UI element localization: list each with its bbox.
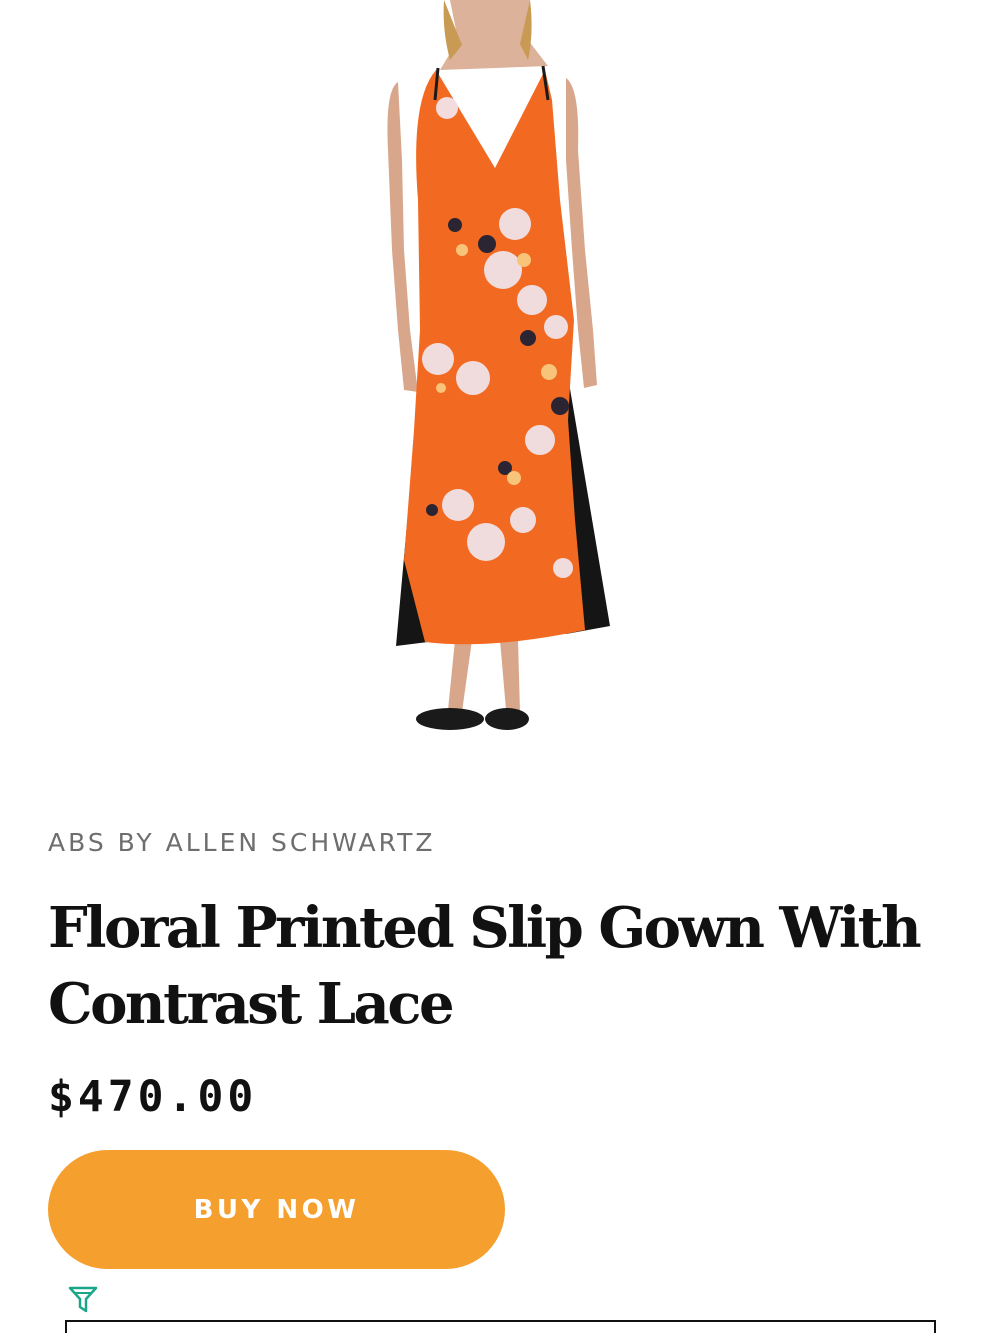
buy-now-button[interactable]: BUY NOW xyxy=(48,1150,505,1269)
product-title: Floral Printed Slip Gown With Contrast L… xyxy=(48,895,922,1037)
filter-icon xyxy=(68,1285,98,1315)
content-box xyxy=(65,1320,936,1333)
product-price: $470.00 xyxy=(48,1072,258,1122)
brand-name: ABS BY ALLEN SCHWARTZ xyxy=(48,828,436,857)
dress-photo xyxy=(387,0,610,730)
product-image xyxy=(0,0,1000,790)
